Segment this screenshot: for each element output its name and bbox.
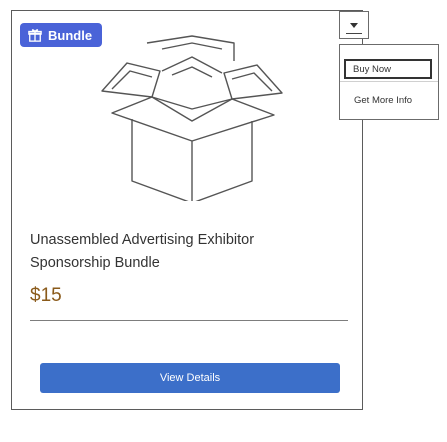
view-details-button[interactable]: View Details	[40, 363, 340, 393]
menu-item-get-more-info[interactable]: Get More Info	[354, 95, 412, 106]
open-box-icon	[101, 35, 283, 201]
menu-separator	[340, 81, 438, 82]
product-title-line-1: Unassembled Advertising Exhibitor	[30, 232, 255, 248]
divider	[30, 320, 348, 321]
dropdown-toggle[interactable]	[339, 11, 369, 39]
bundle-badge: Bundle	[20, 23, 103, 47]
product-title: Unassembled Advertising Exhibitor Sponso…	[30, 229, 330, 275]
dropdown-menu: Buy Now Get More Info	[339, 44, 439, 120]
product-card[interactable]: Bundle Unassembled Advertising Exhibitor…	[11, 10, 363, 410]
menu-item-buy-now[interactable]: Buy Now	[344, 59, 432, 79]
chevron-down-icon	[350, 22, 358, 28]
product-title-line-2: Sponsorship Bundle	[30, 255, 160, 271]
product-price: $15	[30, 285, 62, 306]
gift-icon	[28, 29, 42, 42]
badge-label: Bundle	[48, 27, 93, 43]
